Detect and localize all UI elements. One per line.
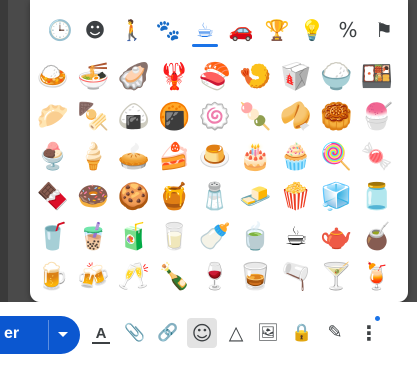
emoji-item[interactable]: 🍫 [34,178,72,216]
emoji-category-bar: 🕒 ☻ 🚶 🐾 ☕ 🚗 🏆 💡 % ⚑ [30,14,408,48]
emoji-item[interactable]: 🧃 [115,218,153,256]
more-options-icon[interactable]: ⋮ [354,318,384,348]
emoji-icon[interactable]: ☺ [187,318,217,348]
flags-icon[interactable]: ⚑ [368,14,400,46]
emoji-item[interactable]: 🍙 [115,98,153,136]
emoji-item[interactable]: 🍪 [115,178,153,216]
emoji-item[interactable]: 🥧 [115,138,153,176]
emoji-item[interactable]: 🫗 [277,258,315,296]
send-button-group: er [0,316,80,354]
emoji-item[interactable]: 🍩 [75,178,113,216]
format-text-icon[interactable]: A [86,318,116,348]
travel-icon[interactable]: 🚗 [225,14,257,46]
emoji-item[interactable]: 🍛 [34,58,72,96]
emoji-item[interactable]: 🥡 [277,58,315,96]
nature-icon[interactable]: 🐾 [152,14,184,46]
emoji-item[interactable]: 🥃 [237,258,275,296]
active-category-indicator [192,44,218,47]
signature-icon[interactable]: ✎ [320,318,350,348]
emoji-item[interactable]: 🍨 [34,138,72,176]
emoji-item[interactable]: 🍯 [156,178,194,216]
activities-icon[interactable]: 🏆 [261,14,293,46]
emoji-item[interactable]: 🥤 [34,218,72,256]
emoji-picker: 🕒 ☻ 🚶 🐾 ☕ 🚗 🏆 💡 % ⚑ 🍛 🍜 🦪 🦞 🍣 🍤 🥡 🍚 🍱 🥟 🍢 🍙 🍘 🍥 🍡 🥠 🥮 🍧 🍨 🍦… [30,0,408,302]
emoji-item[interactable]: 🧉 [358,218,396,256]
emoji-item[interactable]: 🍷 [196,258,234,296]
emoji-item[interactable]: 🍡 [237,98,275,136]
emoji-item[interactable]: 🍮 [196,138,234,176]
food-icon[interactable]: ☕ [189,14,221,46]
emoji-item[interactable]: 🍤 [237,58,275,96]
emoji-item[interactable]: 🍻 [75,258,113,296]
emoji-item[interactable]: 🍜 [75,58,113,96]
attach-icon[interactable]: 📎 [120,318,150,348]
emoji-item[interactable]: 🧈 [237,178,275,216]
emoji-item[interactable]: 🥠 [277,98,315,136]
emoji-item[interactable]: 🍥 [196,98,234,136]
emoji-item[interactable]: ☕ [277,218,315,256]
emoji-item[interactable]: 🧂 [196,178,234,216]
notification-dot [375,316,380,321]
emoji-item[interactable]: 🍚 [318,58,356,96]
emoji-item[interactable]: 🍼 [196,218,234,256]
emoji-item[interactable]: 🥂 [115,258,153,296]
emoji-item[interactable]: 🍦 [75,138,113,176]
emoji-grid: 🍛 🍜 🦪 🦞 🍣 🍤 🥡 🍚 🍱 🥟 🍢 🍙 🍘 🍥 🍡 🥠 🥮 🍧 🍨 🍦 🥧 🍰 🍮 🎂 🧁 🍭 🍬 🍫 🍩 🍪 🍯 🧂 🧈 🍿 🧊 🫙 🥤 🧋 🧃 🥛… [30,56,408,302]
emoji-item[interactable]: 🍭 [318,138,356,176]
emoji-item[interactable]: 🍾 [156,258,194,296]
emoji-item[interactable]: 🥟 [34,98,72,136]
recent-icon[interactable]: 🕒 [44,14,76,46]
send-divider [48,320,49,350]
link-icon[interactable]: 🔗 [153,318,183,348]
emoji-item[interactable]: 🧁 [277,138,315,176]
emoji-item[interactable]: 🍬 [358,138,396,176]
emoji-item[interactable]: 🦪 [115,58,153,96]
emoji-item[interactable]: 🍺 [34,258,72,296]
lock-clock-icon[interactable]: 🔒 [287,318,317,348]
emoji-item[interactable]: 🫖 [318,218,356,256]
symbols-icon[interactable]: % [332,14,364,46]
send-options-chevron-icon[interactable] [58,332,68,337]
emoji-item[interactable]: 🍵 [237,218,275,256]
emoji-item[interactable]: 🍹 [358,258,396,296]
emoji-item[interactable]: 🍣 [196,58,234,96]
emoji-item[interactable]: 🥛 [156,218,194,256]
emoji-item[interactable]: 🍿 [277,178,315,216]
emoji-item[interactable]: 🧋 [75,218,113,256]
emoji-item[interactable]: 🦞 [156,58,194,96]
emoji-item[interactable]: 🥮 [318,98,356,136]
emoji-item[interactable]: 🍱 [358,58,396,96]
emoji-item[interactable]: 🫙 [358,178,396,216]
drive-icon[interactable]: △ [221,318,251,348]
emoji-item[interactable]: 🍘 [156,98,194,136]
people-icon[interactable]: 🚶 [116,14,148,46]
emoji-item[interactable]: 🎂 [237,138,275,176]
emoji-item[interactable]: 🍢 [75,98,113,136]
send-button[interactable]: er [4,325,19,343]
emoji-item[interactable]: 🧊 [318,178,356,216]
compose-toolbar: er A 📎 🔗 ☺ △ 🖼 🔒 ✎ ⋮ [0,302,417,365]
emoji-item[interactable]: 🍰 [156,138,194,176]
objects-icon[interactable]: 💡 [296,14,328,46]
emoji-item[interactable]: 🍸 [318,258,356,296]
image-icon[interactable]: 🖼 [253,318,283,348]
emoji-item[interactable]: 🍧 [358,98,396,136]
smileys-icon[interactable]: ☻ [79,14,111,46]
